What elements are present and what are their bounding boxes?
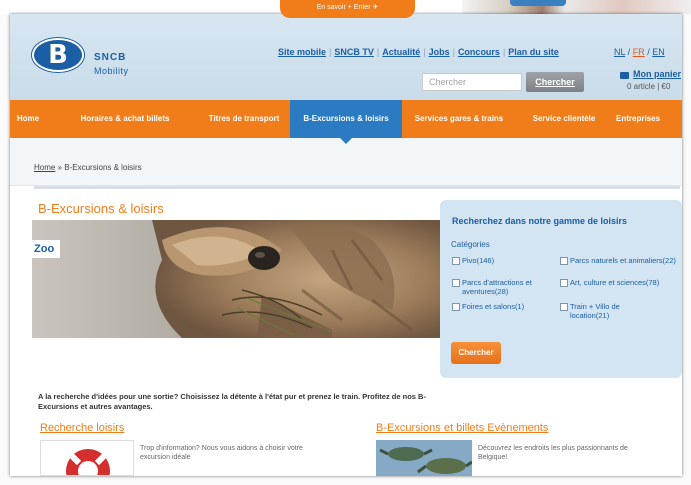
- nav-item-services-gares[interactable]: Services gares & trains: [406, 100, 512, 138]
- main-nav: Home Horaires & achat billets Titres de …: [10, 100, 682, 138]
- brand-name: SNCB: [94, 52, 127, 63]
- categories-label: Catégories: [451, 240, 490, 249]
- link-actualite[interactable]: Actualité: [382, 47, 420, 57]
- hero-category-tag[interactable]: Zoo: [32, 240, 61, 258]
- nav-item-b-excursions[interactable]: B-Excursions & loisirs: [290, 100, 402, 138]
- cart-title[interactable]: Mon panier: [633, 69, 681, 79]
- link-plan-du-site[interactable]: Plan du site: [508, 47, 559, 57]
- lifebuoy-icon: [66, 449, 110, 475]
- category-checkbox[interactable]: Pivo(146): [452, 256, 552, 265]
- breadcrumb-current: B-Excursions & loisirs: [64, 163, 142, 172]
- language-switcher: NL / FR / EN: [614, 47, 665, 57]
- brand-subtitle: Mobility: [94, 66, 129, 76]
- breadcrumb-separator: »: [57, 163, 63, 172]
- category-checkbox[interactable]: Parcs d'attractions et aventures(28): [452, 278, 556, 296]
- divider: [34, 186, 680, 189]
- category-label: Foires et salons(1): [462, 302, 525, 311]
- link-jobs[interactable]: Jobs: [429, 47, 450, 57]
- category-checkbox[interactable]: Parcs naturels et animaliers(22): [560, 256, 678, 265]
- category-label: Parcs naturels et animaliers(22): [570, 256, 676, 265]
- search-button[interactable]: Chercher: [526, 72, 584, 92]
- logo-letter: B: [48, 40, 68, 70]
- category-label: Train + Villo de location(21): [570, 302, 620, 320]
- nav-item-entreprises[interactable]: Entreprises: [616, 100, 682, 138]
- top-banner-button[interactable]: En savoir + Enter ✈: [280, 0, 415, 18]
- top-blue-tab[interactable]: [510, 0, 566, 6]
- link-site-mobile[interactable]: Site mobile: [278, 47, 326, 57]
- giraffe-photo: [32, 220, 441, 338]
- section-title-recherche[interactable]: Recherche loisirs: [40, 422, 124, 434]
- intro-text: A la recherche d'idées pour une sortie? …: [38, 392, 426, 411]
- hero-giraffe-image[interactable]: [32, 220, 441, 338]
- turtle-thumbnail[interactable]: [376, 440, 472, 476]
- category-label: Art, culture et sciences(78): [570, 278, 660, 287]
- checkbox-box[interactable]: [560, 257, 568, 265]
- page: B SNCB Mobility Site mobile | SNCB TV | Actu…: [10, 14, 682, 476]
- search-input[interactable]: Chercher: [422, 73, 522, 91]
- nav-item-home[interactable]: Home: [10, 100, 54, 138]
- breadcrumb-home[interactable]: Home: [34, 163, 55, 172]
- page-title: B-Excursions & loisirs: [38, 201, 164, 216]
- cart-icon[interactable]: [620, 72, 629, 79]
- nav-active-arrow-icon: [340, 138, 352, 144]
- utility-links: Site mobile | SNCB TV | Actualité | Jobs | Conco…: [278, 47, 559, 57]
- turtle-icon: [376, 440, 472, 476]
- lang-en[interactable]: EN: [652, 47, 665, 57]
- nav-item-service-clientele[interactable]: Service clientèle: [516, 100, 612, 138]
- checkbox-box[interactable]: [452, 257, 460, 265]
- section-title-b-excursions[interactable]: B-Excursions et billets Evènements: [376, 422, 548, 434]
- checkbox-box[interactable]: [560, 279, 568, 287]
- category-checkbox[interactable]: Train + Villo de location(21): [560, 302, 660, 320]
- checkbox-box[interactable]: [452, 279, 460, 287]
- section-text-recherche: Trop d'information? Nous vous aidons à c…: [140, 445, 303, 461]
- lang-nl[interactable]: NL: [614, 47, 625, 57]
- category-checkbox[interactable]: Art, culture et sciences(78): [560, 278, 660, 287]
- nav-item-horaires[interactable]: Horaires & achat billets: [58, 100, 192, 138]
- breadcrumb-band: [10, 138, 682, 186]
- panel-search-button[interactable]: Chercher: [451, 342, 501, 364]
- top-banner-image: [462, 0, 691, 14]
- browser-viewport: En savoir + Enter ✈ B SNCB Mobility Site…: [0, 0, 691, 485]
- nav-item-titres[interactable]: Titres de transport: [196, 100, 292, 138]
- checkbox-box[interactable]: [560, 303, 568, 311]
- section-text-b-excursions: Découvrez les endroits les plus passionn…: [478, 445, 628, 461]
- lang-fr[interactable]: FR: [633, 47, 645, 57]
- link-concours[interactable]: Concours: [458, 47, 500, 57]
- lifebuoy-thumbnail[interactable]: [40, 440, 134, 476]
- panel-title: Recherchez dans notre gamme de loisirs: [452, 216, 628, 226]
- breadcrumb: Home » B-Excursions & loisirs: [34, 163, 142, 172]
- cart-count: 0 article | €0: [627, 82, 671, 91]
- link-sncb-tv[interactable]: SNCB TV: [334, 47, 374, 57]
- category-checkbox[interactable]: Foires et salons(1): [452, 302, 556, 311]
- category-label: Pivo(146): [462, 256, 495, 265]
- category-label: Parcs d'attractions et aventures(28): [462, 278, 532, 296]
- checkbox-box[interactable]: [452, 303, 460, 311]
